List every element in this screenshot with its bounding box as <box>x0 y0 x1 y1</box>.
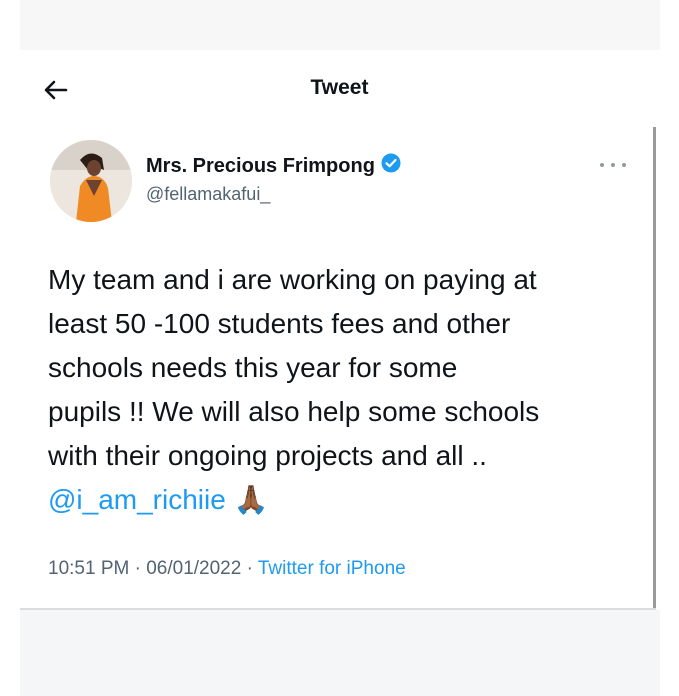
mention-link[interactable]: @i_am_richiie <box>48 484 226 515</box>
verified-badge-icon <box>381 153 401 179</box>
meta-separator: · <box>241 558 258 579</box>
scrollbar[interactable] <box>653 127 656 609</box>
tweet-line: least 50 -100 students fees and other <box>48 308 511 339</box>
more-options-icon[interactable] <box>600 160 626 170</box>
author-handle[interactable]: @fellamakafui_ <box>146 184 270 205</box>
page-title: Tweet <box>310 76 369 99</box>
tweet-line: schools needs this year for some <box>48 352 458 383</box>
avatar[interactable] <box>50 140 132 222</box>
author-name[interactable]: Mrs. Precious Frimpong <box>146 155 375 178</box>
tweet-text: My team and i are working on paying at l… <box>48 258 648 522</box>
tweet-line: with their ongoing projects and all .. <box>48 440 487 471</box>
tweet-line: pupils !! We will also help some schools <box>48 396 540 427</box>
avatar-photo-icon <box>50 140 132 222</box>
praying-hands-emoji: 🙏🏾 <box>233 484 269 515</box>
tweet-mention-line: @i_am_richiie 🙏🏾 <box>48 478 648 522</box>
bottom-background-band <box>20 610 660 696</box>
top-background-band <box>20 0 660 50</box>
tweet-meta: 10:51 PM · 06/01/2022 · Twitter for iPho… <box>48 558 406 580</box>
tweet-time[interactable]: 10:51 PM <box>48 558 129 579</box>
tweet-line: My team and i are working on paying at <box>48 264 537 295</box>
author-name-row[interactable]: Mrs. Precious Frimpong <box>146 153 401 179</box>
tweet-source-link[interactable]: Twitter for iPhone <box>258 558 406 579</box>
tweet-date[interactable]: 06/01/2022 <box>146 558 241 579</box>
meta-separator: · <box>129 558 147 579</box>
